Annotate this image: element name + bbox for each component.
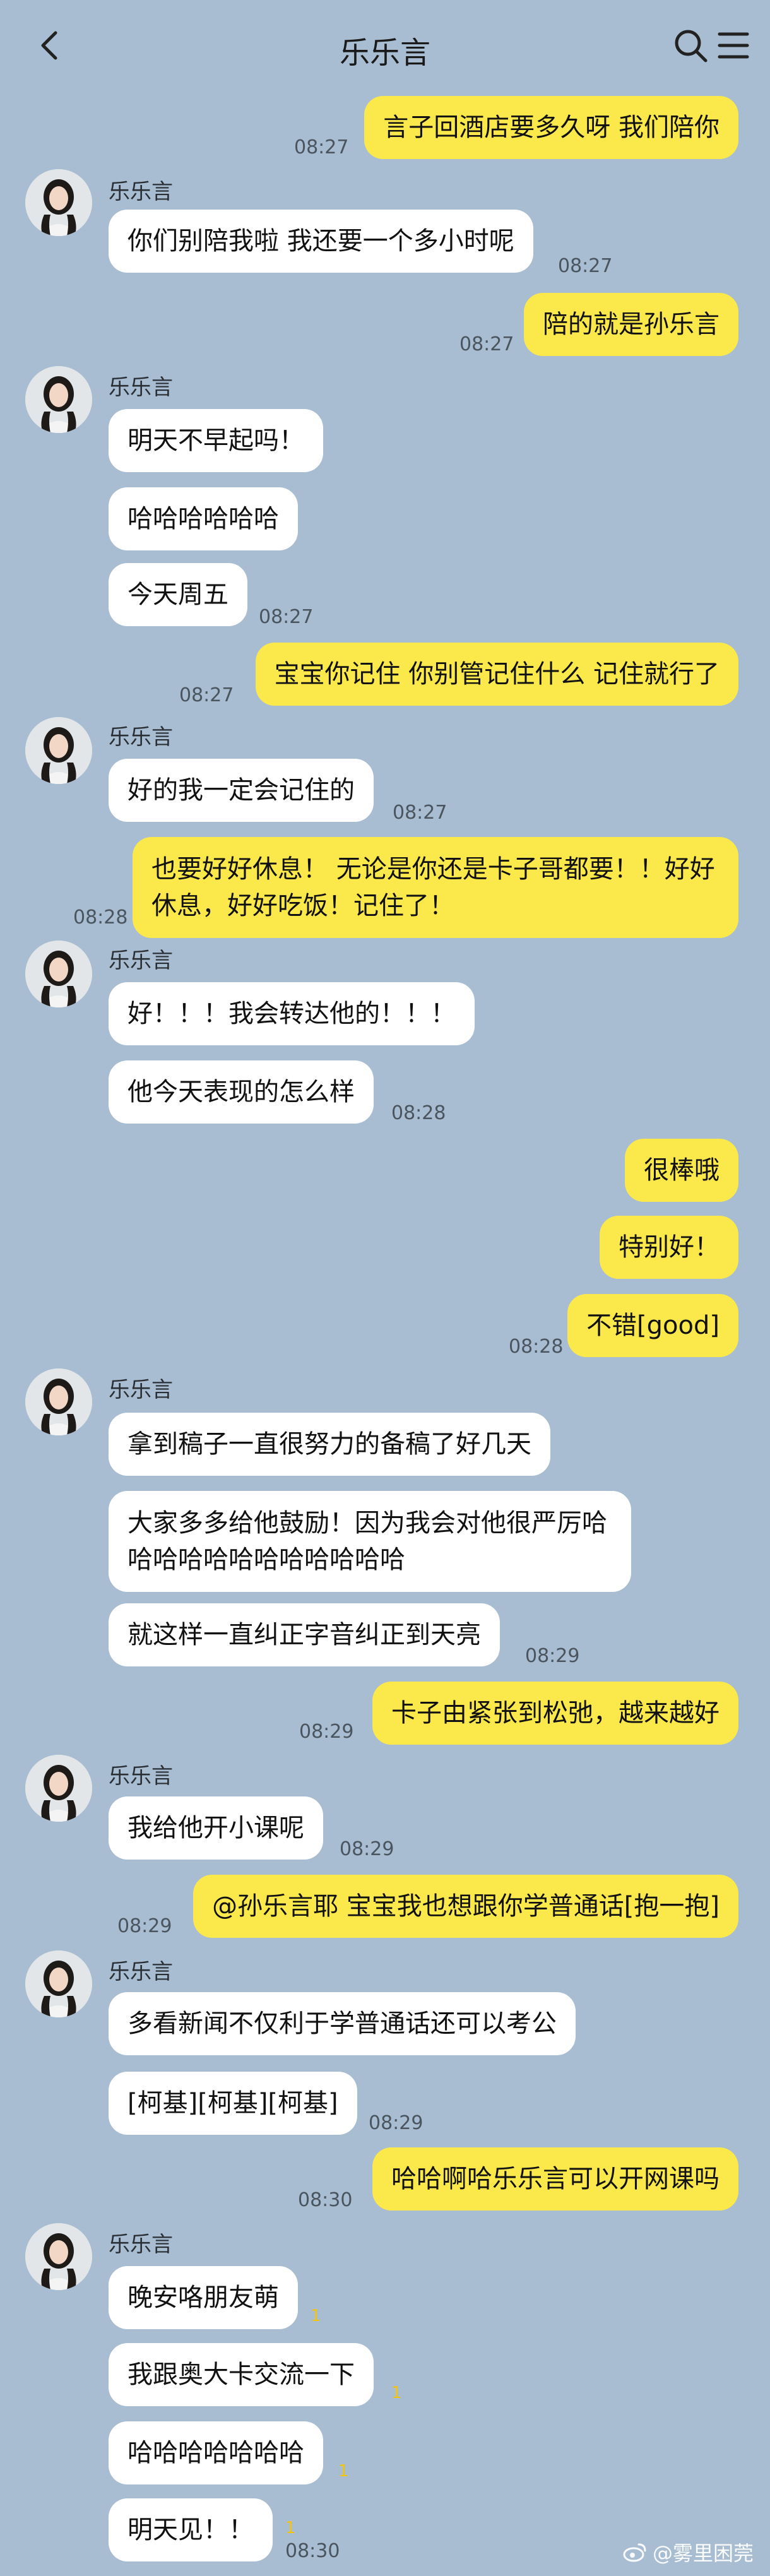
message-bubble-received[interactable]: 好！！！我会转达他的！！！: [109, 982, 475, 1045]
message-bubble-received[interactable]: 晚安咯朋友萌: [109, 2266, 298, 2329]
message-bubble-sent[interactable]: 不错[good]: [567, 1294, 738, 1357]
message-bubble-received[interactable]: 今天周五: [109, 563, 247, 626]
top-bar: 乐乐言: [0, 0, 770, 93]
message-bubble-sent[interactable]: 宝宝你记住 你别管记住什么 记住就行了: [255, 643, 738, 706]
message-time: 08:30: [285, 2540, 340, 2562]
sender-name: 乐乐言: [109, 948, 173, 973]
read-indicator: 1: [285, 2519, 296, 2537]
watermark-text: @雾里困莞: [652, 2541, 754, 2565]
avatar[interactable]: [25, 169, 92, 236]
read-indicator: 1: [338, 2462, 349, 2481]
message-bubble-sent[interactable]: 特别好！: [600, 1216, 738, 1279]
message-bubble-received[interactable]: 哈哈哈哈哈哈哈: [109, 2421, 323, 2484]
avatar[interactable]: [25, 1755, 92, 1822]
message-bubble-sent[interactable]: 卡子由紧张到松弛，越来越好: [372, 1682, 738, 1745]
avatar[interactable]: [25, 366, 92, 433]
chat-title: 乐乐言: [339, 35, 430, 71]
message-time: 08:28: [509, 1336, 564, 1358]
message-bubble-received[interactable]: 我跟奥大卡交流一下: [109, 2343, 374, 2406]
message-time: 08:27: [259, 606, 314, 628]
avatar[interactable]: [25, 1950, 92, 2017]
sender-name: 乐乐言: [109, 1959, 173, 1985]
message-time: 08:27: [459, 333, 514, 355]
message-bubble-sent[interactable]: 陪的就是孙乐言: [524, 293, 738, 356]
message-bubble-received[interactable]: 他今天表现的怎么样: [109, 1060, 374, 1124]
sender-name: 乐乐言: [109, 1764, 173, 1789]
chat-screen: 乐乐言 言子回酒店要多久呀 我们陪你 08:27 乐乐言 你们别陪我啦 我还要一…: [0, 0, 770, 2576]
message-bubble-received[interactable]: 哈哈哈哈哈哈: [109, 487, 298, 550]
read-indicator: 1: [311, 2306, 321, 2325]
message-bubble-received[interactable]: 拿到稿子一直很努力的备稿了好几天: [109, 1413, 550, 1476]
avatar[interactable]: [25, 941, 92, 1007]
message-time: 08:28: [73, 906, 128, 929]
message-time: 08:27: [294, 136, 349, 158]
watermark: @雾里困莞: [622, 2537, 754, 2567]
avatar[interactable]: [25, 2223, 92, 2290]
message-bubble-received[interactable]: 就这样一直纠正字音纠正到天亮: [109, 1603, 500, 1666]
message-bubble-received[interactable]: 我给他开小课呢: [109, 1796, 323, 1860]
sender-name: 乐乐言: [109, 2232, 173, 2257]
message-time: 08:28: [391, 1102, 446, 1124]
message-bubble-received[interactable]: 多看新闻不仅利于学普通话还可以考公: [109, 1992, 576, 2055]
sender-name: 乐乐言: [109, 1377, 173, 1403]
weibo-logo-icon: [623, 2543, 646, 2562]
message-bubble-received[interactable]: 好的我一定会记住的: [109, 759, 374, 822]
avatar[interactable]: [25, 717, 92, 784]
message-time: 08:29: [369, 2112, 424, 2134]
message-bubble-sent[interactable]: 也要好好休息！ 无论是你还是卡子哥都要！！好好休息，好好吃饭！记住了！: [133, 837, 738, 938]
message-time: 08:29: [340, 1838, 394, 1860]
message-bubble-received[interactable]: 明天不早起吗！: [109, 409, 323, 472]
message-bubble-received[interactable]: [柯基][柯基][柯基]: [109, 2072, 357, 2135]
sender-name: 乐乐言: [109, 179, 173, 205]
message-time: 08:29: [525, 1645, 580, 1667]
sender-name: 乐乐言: [109, 375, 173, 400]
avatar[interactable]: [25, 1368, 92, 1435]
message-bubble-received[interactable]: 你们别陪我啦 我还要一个多小时呢: [109, 210, 533, 273]
sender-name: 乐乐言: [109, 725, 173, 750]
message-bubble-received[interactable]: 大家多多给他鼓励！因为我会对他很严厉哈哈哈哈哈哈哈哈哈哈哈哈: [109, 1491, 631, 1592]
message-time: 08:27: [558, 255, 613, 277]
message-bubble-sent[interactable]: 哈哈啊哈乐乐言可以开网课吗: [372, 2147, 738, 2211]
message-bubble-sent[interactable]: @孙乐言耶 宝宝我也想跟你学普通话[抱一抱]: [193, 1875, 738, 1938]
menu-icon[interactable]: [713, 25, 754, 66]
message-time: 08:29: [117, 1915, 172, 1937]
search-icon[interactable]: [670, 25, 711, 66]
message-time: 08:29: [299, 1721, 354, 1743]
read-indicator: 1: [391, 2383, 402, 2402]
message-time: 08:27: [179, 684, 234, 706]
message-bubble-received[interactable]: 明天见！！: [109, 2498, 273, 2561]
message-time: 08:27: [393, 802, 447, 824]
message-bubble-sent[interactable]: 很棒哦: [625, 1139, 738, 1202]
message-time: 08:30: [298, 2189, 353, 2211]
message-bubble-sent[interactable]: 言子回酒店要多久呀 我们陪你: [364, 96, 738, 159]
